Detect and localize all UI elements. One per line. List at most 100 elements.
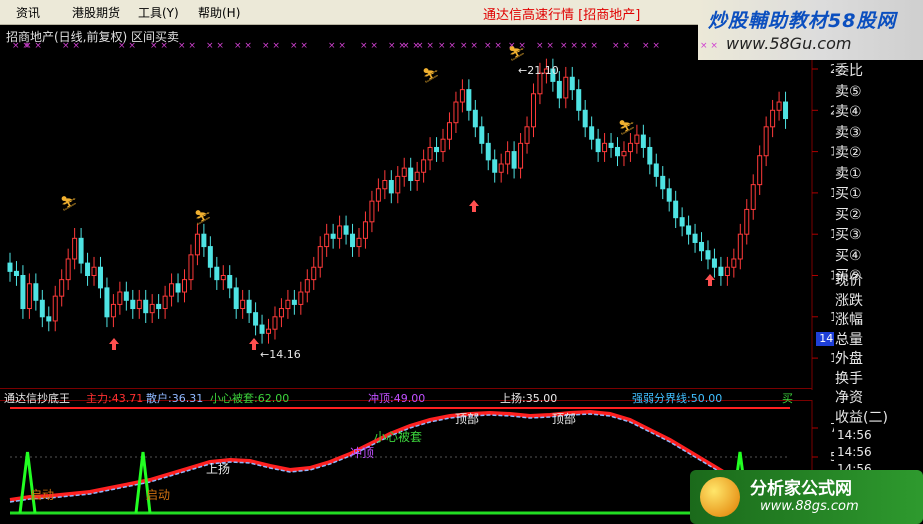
buy-signal-arrow	[249, 338, 259, 350]
candle-body	[350, 233, 356, 248]
candle-body	[91, 266, 97, 276]
candle-body	[123, 291, 129, 301]
quote-field-label: 收益(二)	[835, 409, 888, 426]
candle-body	[660, 175, 666, 190]
signal-marker: × ×	[438, 41, 456, 51]
candle-body	[201, 233, 207, 248]
peak-marker: 冲顶	[350, 446, 375, 460]
candle-body	[13, 270, 19, 276]
candle-body	[453, 101, 459, 124]
candle-body	[705, 250, 711, 260]
candle-body	[518, 142, 524, 169]
candle-body	[175, 283, 181, 293]
buy-signal-arrow	[469, 200, 479, 212]
signal-marker: × ×	[536, 41, 554, 51]
candle-body	[530, 93, 536, 128]
signal-marker: × ×	[416, 41, 434, 51]
candle-body	[647, 146, 653, 165]
candle-body	[395, 175, 401, 194]
watermark-88gs-icon	[700, 477, 740, 517]
candle-body	[285, 299, 291, 310]
signal-marker: × ×	[290, 41, 308, 51]
candle-body	[783, 101, 789, 120]
candle-body	[375, 188, 381, 202]
candle-body	[589, 126, 595, 140]
candle-body	[737, 233, 743, 260]
indicator-value: 上扬:35.00	[500, 392, 558, 405]
candle-body	[188, 254, 194, 281]
candle-body	[233, 287, 239, 310]
sell-signal-icon: ⛷	[194, 210, 212, 226]
quote-field-label: 涨幅	[835, 312, 863, 328]
top-marker-1: 顶部	[455, 412, 480, 426]
signal-marker: × ×	[206, 41, 224, 51]
candle-body	[744, 208, 750, 235]
candle-body	[26, 283, 32, 310]
order-book-label: 买④	[835, 247, 862, 264]
candle-body	[724, 266, 730, 276]
caution-marker: 小心被套	[374, 430, 423, 444]
signal-marker: × ×	[580, 41, 598, 51]
candle-body	[33, 283, 39, 301]
candle-body	[65, 258, 71, 281]
candle-body	[615, 146, 621, 157]
watermark-88gs-url: www.88gs.com	[760, 499, 859, 514]
candle-body	[324, 233, 330, 248]
signal-marker: × ×	[560, 41, 578, 51]
candle-body	[576, 89, 582, 111]
high-value: 21.10	[527, 64, 559, 77]
signal-marker: × ×	[484, 41, 502, 51]
candle-body	[627, 142, 633, 153]
candle-body	[466, 89, 472, 111]
quote-field-label: 现价	[835, 273, 863, 289]
candle-body	[582, 109, 588, 128]
candle-body	[459, 89, 465, 103]
candle-body	[298, 291, 304, 305]
candle-body	[757, 155, 763, 186]
candle-body	[686, 225, 692, 235]
candle-body	[556, 80, 562, 99]
candle-body	[718, 266, 724, 276]
candle-body	[472, 109, 478, 128]
candle-body	[72, 237, 78, 260]
order-book-label: 卖①	[835, 165, 862, 182]
candle-body	[7, 262, 13, 272]
candle-body	[259, 324, 265, 334]
candle-body	[434, 146, 440, 153]
order-book-label: 卖②	[835, 145, 862, 161]
candle-body	[330, 233, 336, 239]
candle-body	[770, 109, 776, 128]
price-chart: 21.0020.0019.0018.0017.0016.0015.0014.00…	[7, 41, 864, 524]
order-book-label: 委比	[835, 63, 863, 79]
candle-body	[59, 279, 65, 297]
candle-body	[46, 316, 52, 322]
candle-body	[311, 266, 317, 281]
candle-body	[440, 138, 446, 153]
candle-body	[266, 328, 272, 334]
panel-separator	[0, 388, 812, 389]
candle-body	[194, 233, 200, 256]
candle-body	[169, 283, 175, 297]
candle-body	[356, 237, 362, 248]
signal-marker: × ×	[612, 41, 630, 51]
signal-marker: × ×	[328, 41, 346, 51]
candle-body	[253, 312, 259, 326]
candle-body	[52, 295, 58, 322]
candle-body	[595, 138, 601, 153]
candle-body	[207, 246, 213, 268]
indicator-value: 散户:36.31	[146, 392, 204, 405]
candle-body	[776, 101, 782, 111]
indicator-value: 小心被套:62.00	[210, 392, 290, 405]
candle-body	[408, 167, 414, 182]
candle-body	[85, 262, 91, 276]
candle-body	[485, 142, 491, 161]
candle-body	[640, 134, 646, 148]
candle-body	[362, 221, 368, 239]
candle-body	[246, 299, 252, 314]
candle-body	[343, 225, 349, 235]
signal-marker: × ×	[262, 41, 280, 51]
candle-body	[214, 266, 220, 281]
candle-body	[711, 258, 717, 268]
signal-marker: × ×	[460, 41, 478, 51]
candle-body	[679, 217, 685, 227]
